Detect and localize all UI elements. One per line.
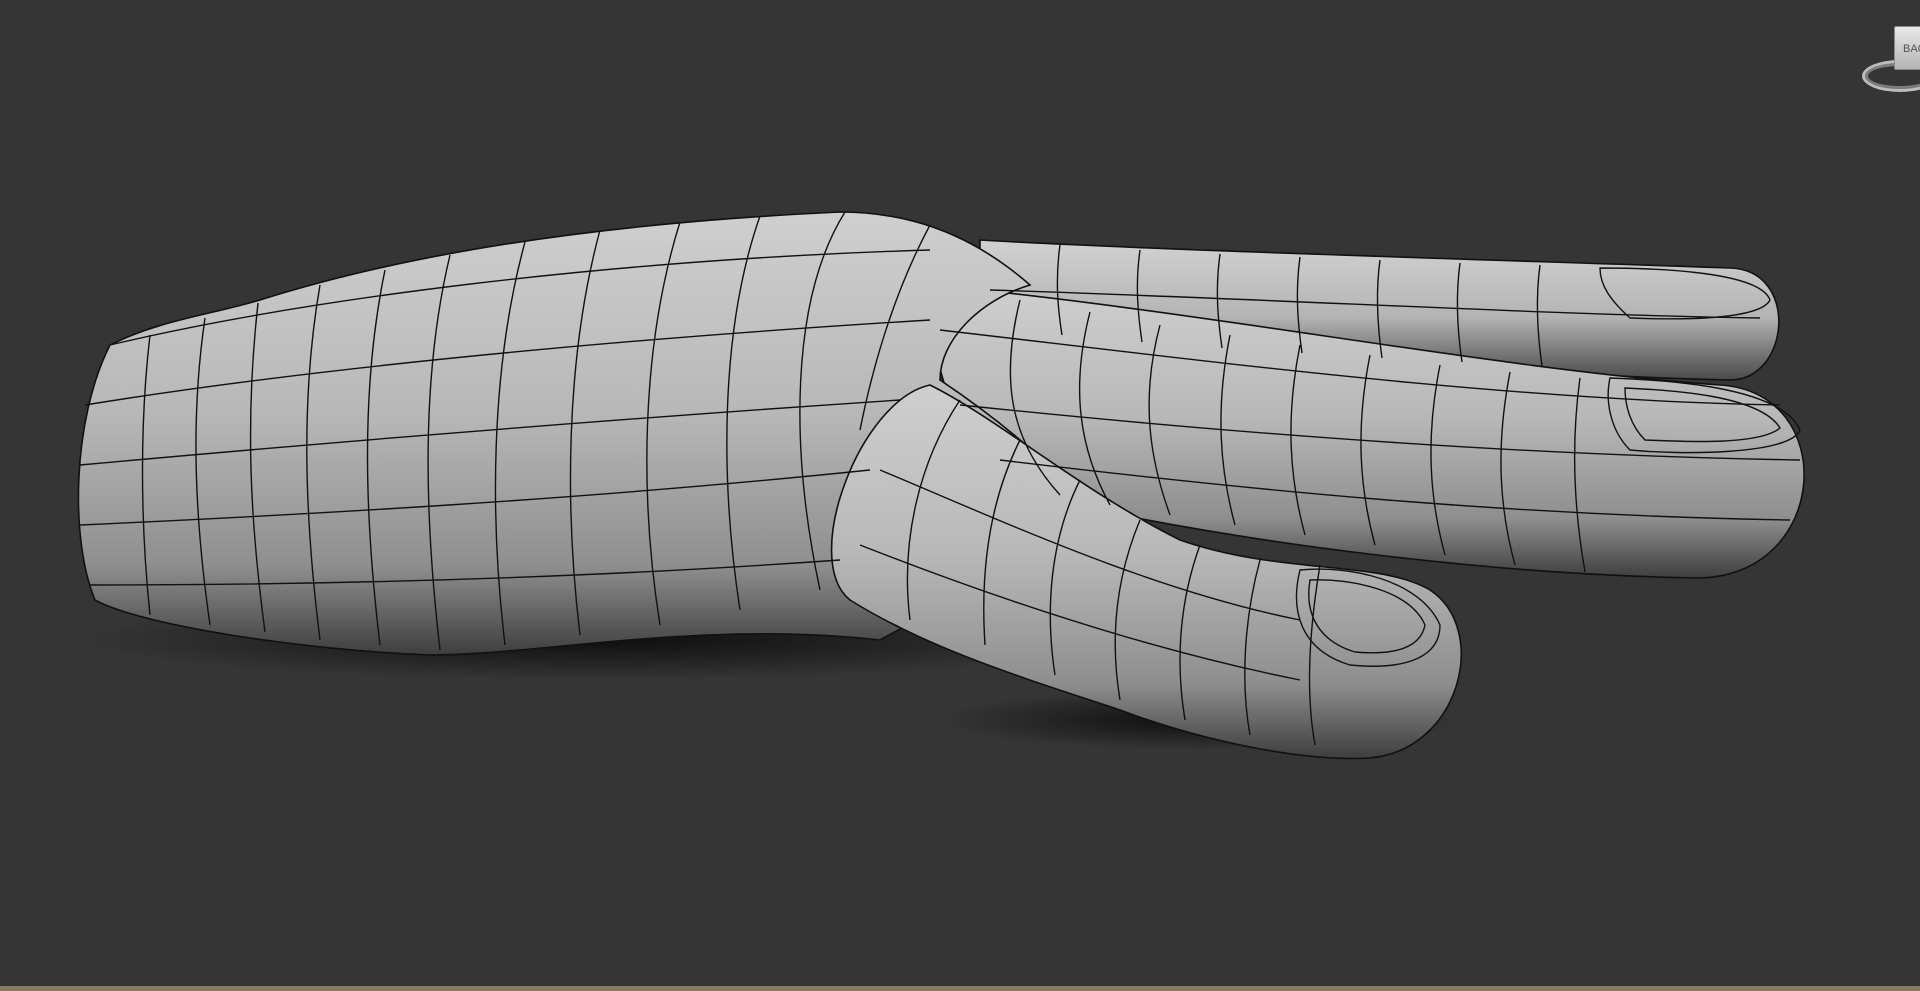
- viewcube-navigator[interactable]: BACK: [1858, 20, 1920, 92]
- viewport-active-border: [0, 986, 1920, 991]
- viewcube-face-back[interactable]: BACK: [1894, 26, 1920, 70]
- 3d-viewport[interactable]: BACK: [0, 0, 1920, 986]
- hand-mesh-model[interactable]: [0, 0, 1920, 986]
